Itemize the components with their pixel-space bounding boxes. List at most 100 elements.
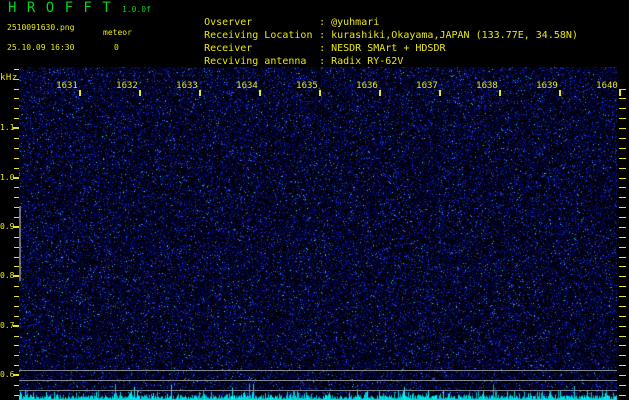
freq-tick-minor <box>14 148 19 149</box>
time-tick <box>139 90 141 96</box>
freq-tick-right <box>619 316 626 317</box>
spectrogram-canvas <box>19 67 617 400</box>
freq-tick-minor <box>14 89 19 90</box>
freq-tick-right <box>619 108 626 109</box>
info-value: Radix RY-62V <box>331 56 403 67</box>
freq-tick-minor <box>14 395 19 396</box>
time-tick <box>619 90 621 96</box>
time-tick <box>499 90 501 96</box>
time-tick-label: 1640 <box>592 81 622 91</box>
freq-tick-minor <box>14 168 19 169</box>
output-filename: 2510091630.png <box>7 23 74 32</box>
freq-tick-label: 0.7 <box>0 321 14 330</box>
freq-tick-right <box>619 227 626 228</box>
capture-datetime: 25.10.09 16:30 <box>7 43 74 52</box>
meteor-count-value: 0 <box>114 43 119 52</box>
info-label: Recviving antenna <box>204 56 319 67</box>
app-version: 1.0.0f <box>122 5 151 14</box>
freq-tick-minor <box>14 365 19 366</box>
freq-tick-minor <box>14 306 19 307</box>
freq-tick-minor <box>14 355 19 356</box>
freq-tick-right <box>619 98 626 99</box>
freq-tick-right <box>619 257 626 258</box>
freq-tick-right <box>619 158 626 159</box>
freq-tick-label: 0.9 <box>0 222 14 231</box>
time-tick <box>199 90 201 96</box>
freq-tick-minor <box>14 118 19 119</box>
time-tick <box>79 90 81 96</box>
edge-reference-line <box>19 206 21 281</box>
freq-tick-minor <box>14 345 19 346</box>
app-title: H R O F F T <box>8 2 112 15</box>
freq-tick-right <box>619 345 626 346</box>
freq-tick-minor <box>14 217 19 218</box>
info-colon: : <box>319 56 331 67</box>
freq-tick-right <box>619 336 626 337</box>
freq-tick-right <box>619 326 626 327</box>
level-reference-line-3 <box>19 390 617 391</box>
freq-tick-right <box>619 148 626 149</box>
freq-tick-minor <box>14 237 19 238</box>
time-tick-label: 1638 <box>472 81 502 91</box>
meteor-count-label: meteor <box>103 28 132 37</box>
freq-tick-right <box>619 296 626 297</box>
freq-tick-right <box>619 237 626 238</box>
freq-tick-minor <box>14 158 19 159</box>
freq-tick-right <box>619 247 626 248</box>
time-tick <box>379 90 381 96</box>
time-tick-label: 1633 <box>172 81 202 91</box>
freq-tick-right <box>619 365 626 366</box>
freq-tick-label: 1.0 <box>0 173 14 182</box>
freq-tick-minor <box>14 138 19 139</box>
freq-tick-right <box>619 187 626 188</box>
freq-tick-right <box>619 118 626 119</box>
freq-tick-minor <box>14 187 19 188</box>
freq-tick-minor <box>14 286 19 287</box>
time-tick-label: 1634 <box>232 81 262 91</box>
freq-tick-minor <box>14 108 19 109</box>
time-tick <box>439 90 441 96</box>
freq-tick-minor <box>14 336 19 337</box>
freq-tick-minor <box>14 98 19 99</box>
freq-tick-minor <box>14 207 19 208</box>
freq-tick-right <box>619 266 626 267</box>
freq-tick-right <box>619 168 626 169</box>
freq-tick-right <box>619 385 626 386</box>
freq-tick-right <box>619 375 626 376</box>
time-tick <box>259 90 261 96</box>
freq-tick-right <box>619 207 626 208</box>
freq-tick-right <box>619 355 626 356</box>
freq-tick-minor <box>14 316 19 317</box>
time-tick-label: 1631 <box>52 81 82 91</box>
time-tick-label: 1636 <box>352 81 382 91</box>
time-tick <box>319 90 321 96</box>
freq-tick-right <box>619 197 626 198</box>
freq-tick-right <box>619 217 626 218</box>
freq-tick-label: 0.8 <box>0 271 14 280</box>
freq-tick-minor <box>14 385 19 386</box>
hrofft-window: H R O F F T 1.0.0f 2510091630.png meteor… <box>0 0 629 400</box>
time-tick-label: 1635 <box>292 81 322 91</box>
freq-tick-right <box>619 306 626 307</box>
freq-tick-minor <box>14 257 19 258</box>
time-tick-label: 1632 <box>112 81 142 91</box>
freq-tick-right <box>619 128 626 129</box>
freq-tick-minor <box>14 69 19 70</box>
freq-tick-minor <box>14 266 19 267</box>
freq-tick-right <box>619 276 626 277</box>
freq-tick-right <box>619 138 626 139</box>
freq-tick-minor <box>14 79 19 80</box>
freq-tick-minor <box>14 247 19 248</box>
level-reference-line-2 <box>19 380 617 381</box>
freq-tick-label: 0.6 <box>0 370 14 379</box>
freq-tick-minor <box>14 197 19 198</box>
freq-tick-right <box>619 286 626 287</box>
level-reference-line-1 <box>19 370 617 371</box>
time-tick <box>559 90 561 96</box>
freq-tick-right <box>619 395 626 396</box>
time-tick-label: 1639 <box>532 81 562 91</box>
freq-tick-minor <box>14 296 19 297</box>
time-tick-label: 1637 <box>412 81 442 91</box>
freq-tick-label: 1.1 <box>0 123 14 132</box>
freq-tick-right <box>619 178 626 179</box>
